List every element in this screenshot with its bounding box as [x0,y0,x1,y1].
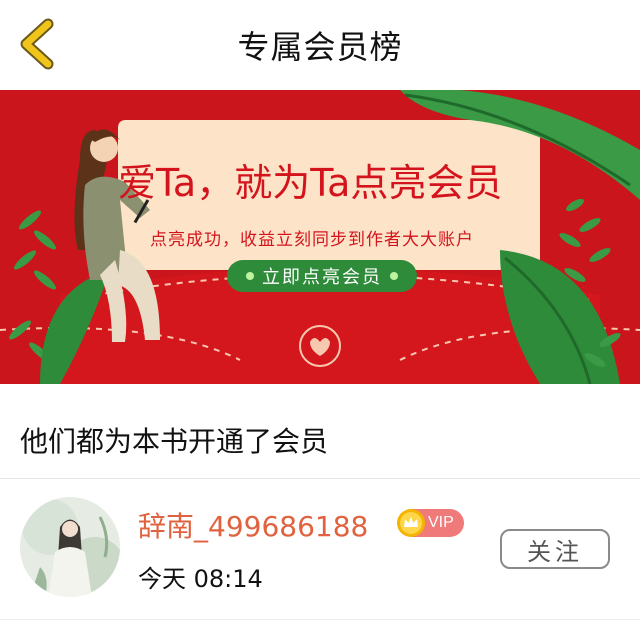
section-title: 他们都为本书开通了会员 [20,425,329,458]
member-name[interactable]: 辞南_499686188 [138,505,368,545]
vip-badge: VIP [397,509,464,537]
light-up-membership-button[interactable]: 立即点亮会员 [227,260,417,292]
promo-banner[interactable]: 爱Ta，就为Ta点亮会员 点亮成功，收益立刻同步到作者大大账户 立即点亮会员 [0,90,640,384]
crown-icon [397,509,425,537]
top-nav-bar: 专属会员榜 [0,0,640,88]
follow-button[interactable]: 关注 [500,529,610,569]
cta-label: 立即点亮会员 [262,267,382,288]
avatar[interactable] [20,497,120,597]
banner-subtitle: 点亮成功，收益立刻同步到作者大大账户 [150,230,474,250]
vip-label: VIP [428,514,454,531]
dot-icon [246,272,254,280]
avatar-image [20,497,120,597]
page-title: 专属会员榜 [237,28,403,66]
divider [0,619,640,620]
list-item[interactable]: 辞南_499686188 VIP 今天 08:14 关注 [0,479,640,619]
banner-headline: 爱Ta，就为Ta点亮会员 [118,161,503,205]
dot-icon [390,272,398,280]
member-time: 今天 08:14 [138,565,263,593]
